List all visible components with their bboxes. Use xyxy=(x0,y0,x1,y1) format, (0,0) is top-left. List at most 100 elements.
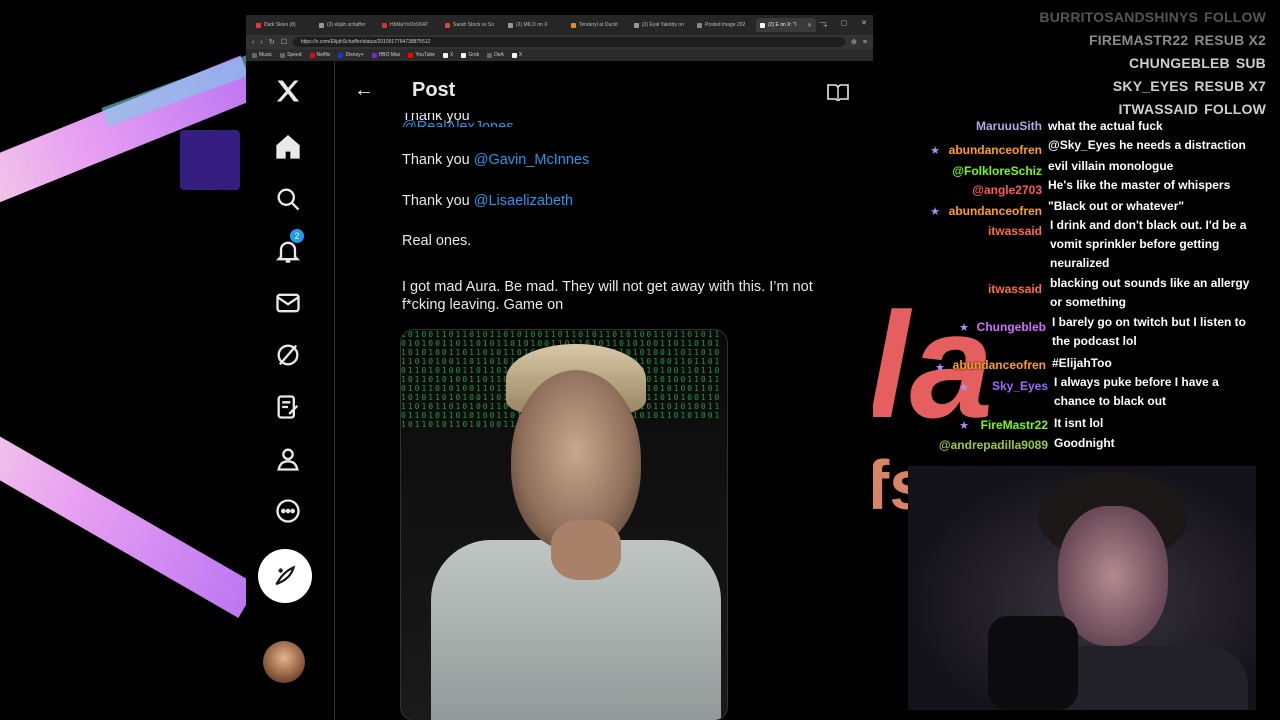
bookmarks-bar: Music Speed Netflix Disney+ HBO Max YouT… xyxy=(246,49,873,61)
extensions-icon[interactable]: ⊕ xyxy=(851,38,857,46)
close-window-icon[interactable]: ✕ xyxy=(861,19,867,27)
profile-icon[interactable] xyxy=(268,439,308,479)
address-bar[interactable]: https://x.com/ElijahSchaffer/status/2010… xyxy=(292,37,846,47)
chat-message: Goodnight xyxy=(1054,436,1115,450)
more-icon[interactable] xyxy=(268,491,308,531)
x-logo-icon[interactable] xyxy=(268,71,308,111)
minimize-icon[interactable]: — xyxy=(820,19,827,27)
tab-label: (2) E on X: "I xyxy=(768,22,797,28)
reader-mode-icon[interactable] xyxy=(827,83,849,106)
chat-message: "Black out or whatever" xyxy=(1048,199,1185,213)
chat-message: evil villain monologue xyxy=(1048,159,1174,173)
alert-user: CHUNGEBLEB xyxy=(1129,55,1230,71)
close-tab-icon[interactable]: ✕ xyxy=(807,22,812,29)
navigation-bar: ‹ › ↻ ☐ https://x.com/ElijahSchaffer/sta… xyxy=(246,35,873,49)
bookmark-item[interactable]: Disney+ xyxy=(338,52,364,58)
bookmark-item[interactable]: X xyxy=(511,52,523,58)
alert-user: FIREMASTR22 xyxy=(1088,32,1189,48)
tab-label: Posted image 202 xyxy=(705,22,746,28)
browser-tab[interactable]: (2) elijah schaffer xyxy=(315,18,375,32)
chat-username: abundanceofren xyxy=(948,204,1042,218)
post-text-line: Thank you @Lisaelizabeth xyxy=(402,193,573,209)
tab-label: Dark Skies (8) xyxy=(264,22,296,28)
mention-link[interactable]: @Gavin_McInnes xyxy=(474,152,589,168)
post-text-line: Real ones. xyxy=(402,233,472,249)
bookmark-label: X xyxy=(449,52,454,58)
compose-post-button[interactable] xyxy=(258,549,312,603)
tab-favicon-icon xyxy=(571,22,576,28)
forward-icon[interactable]: › xyxy=(260,39,262,46)
maximize-icon[interactable]: ▢ xyxy=(841,19,848,27)
x-page: 2 ← Post Thank you @RealAlexJones Thank … xyxy=(246,61,873,720)
post-image[interactable]: 1010011011010110101001101101011010100110… xyxy=(400,329,728,720)
chat-message: I always puke before I have a chance to … xyxy=(1054,375,1219,408)
chat-username: FireMastr22 xyxy=(980,418,1048,432)
bookmark-label: Grok xyxy=(468,52,480,58)
alert-row: CHUNGEBLEB SUB xyxy=(1039,52,1266,75)
tab-label: Sarah Stock vs So xyxy=(453,22,495,28)
sub-badge-icon: ★ xyxy=(959,420,969,432)
bookmark-item[interactable]: DeA xyxy=(487,52,504,58)
post-text-line: Thank you @RealAlexJones xyxy=(402,113,702,127)
browser-tab[interactable]: Tenderyl at Duckt xyxy=(567,18,627,32)
browser-tab[interactable]: HbMaYnOn9XAT xyxy=(378,18,438,32)
stream-alerts: BURRITOSANDSHINYS FOLLOW FIREMASTR22 RESUB… xyxy=(1039,6,1266,121)
bookmark-item[interactable]: X xyxy=(442,52,454,58)
microphone xyxy=(988,616,1078,710)
tab-label: Tenderyl at Duckt xyxy=(579,22,618,28)
tab-favicon-icon xyxy=(382,22,387,28)
browser-tab-active[interactable]: (2) E on X: "I ✕ xyxy=(756,18,816,32)
bookmark-icon xyxy=(461,52,467,58)
mention-link[interactable]: @RealAlexJones xyxy=(402,119,702,127)
notifications-icon[interactable]: 2 xyxy=(268,229,308,271)
browser-tab[interactable]: Posted image 202 xyxy=(693,18,753,32)
bookmark-label: DeA xyxy=(494,52,504,58)
browser-window: Dark Skies (8) (2) elijah schaffer HbMaY… xyxy=(246,15,873,720)
bookmark-item[interactable]: HBO Max xyxy=(371,52,400,58)
home-icon[interactable] xyxy=(268,127,308,167)
browser-tab[interactable]: (2) Eyal Yakoby on xyxy=(630,18,690,32)
bookmark-icon xyxy=(408,52,414,58)
browser-tab[interactable]: (2) MILO on X xyxy=(504,18,564,32)
tab-favicon-icon xyxy=(760,22,765,28)
chat-username: Chungebleb xyxy=(976,320,1046,334)
feather-icon xyxy=(275,565,296,586)
glitch-stripe xyxy=(0,420,258,618)
chat-message: I barely go on twitch but I listen to th… xyxy=(1052,315,1247,348)
photo-subject-hand xyxy=(551,520,621,580)
post-text-line: I got mad Aura. Be mad. They will not ge… xyxy=(402,279,813,295)
tab-favicon-icon xyxy=(508,22,513,28)
bookmark-item[interactable]: YouTube xyxy=(408,52,435,58)
account-avatar[interactable] xyxy=(263,641,305,683)
tab-favicon-icon xyxy=(697,22,702,28)
browser-tab[interactable]: Dark Skies (8) xyxy=(252,18,312,32)
chat-message: #ElijahToo xyxy=(1052,356,1112,370)
mention-link[interactable]: @Lisaelizabeth xyxy=(474,193,573,209)
reload-icon[interactable]: ↻ xyxy=(269,38,275,46)
grok-icon[interactable] xyxy=(268,335,308,375)
browser-tab[interactable]: Sarah Stock vs So xyxy=(441,18,501,32)
search-icon[interactable] xyxy=(268,179,308,219)
articles-icon[interactable] xyxy=(268,387,308,427)
chat-username: @angle2703 xyxy=(972,183,1042,197)
menu-icon[interactable]: ≡ xyxy=(863,39,867,46)
chat-message: It isnt lol xyxy=(1054,416,1104,430)
bookmark-icon xyxy=(280,52,286,58)
alert-event: FOLLOW xyxy=(1204,9,1266,25)
bookmark-label: X xyxy=(518,52,523,58)
bookmark-item[interactable]: Grok xyxy=(461,52,479,58)
chat-username: itwassaid xyxy=(987,224,1042,238)
alert-row: FIREMASTR22 RESUB X2 xyxy=(1039,29,1266,52)
bookmark-item[interactable]: Netflix xyxy=(309,52,330,58)
bookmark-item[interactable]: Music xyxy=(252,52,272,58)
bookmark-icon[interactable]: ☐ xyxy=(281,38,287,46)
tab-label: (2) MILO on X xyxy=(516,22,548,28)
messages-icon[interactable] xyxy=(268,283,308,323)
back-icon[interactable]: ‹ xyxy=(252,39,254,46)
bookmark-item[interactable]: Speed xyxy=(280,52,302,58)
bookmark-label: Music xyxy=(259,52,273,58)
back-arrow-icon[interactable]: ← xyxy=(354,79,374,102)
bookmark-icon xyxy=(252,52,257,58)
alert-user: BURRITOSANDSHINYS xyxy=(1039,9,1199,25)
bookmark-icon xyxy=(309,52,315,58)
